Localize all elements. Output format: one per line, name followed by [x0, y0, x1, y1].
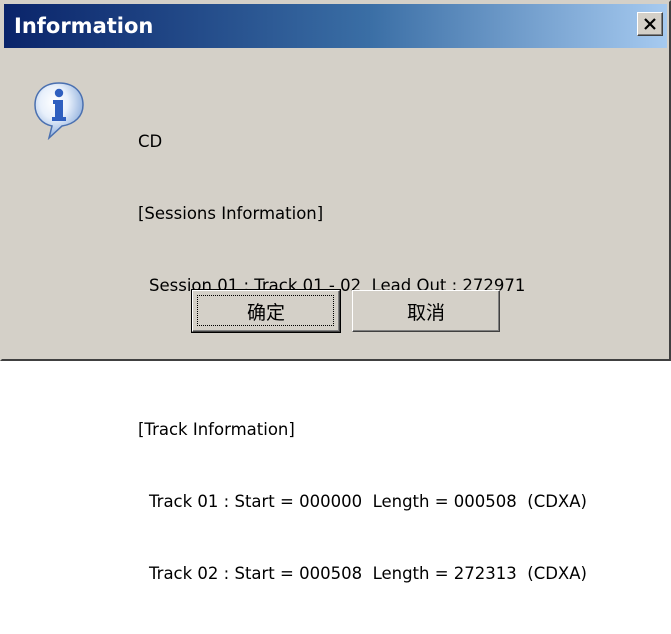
close-button[interactable] [637, 12, 663, 36]
cancel-button-label: 取消 [406, 301, 445, 324]
message-line-media: CD [138, 132, 163, 151]
cancel-button[interactable]: 取消 [352, 290, 500, 332]
message-line-blank [138, 346, 658, 370]
ok-button-label: 确定 [246, 301, 285, 324]
information-dialog: Information CD [Sessions Information] Se… [0, 0, 671, 583]
close-icon [644, 18, 656, 30]
info-icon [34, 82, 84, 140]
message-line-sessions-heading: [Sessions Information] [138, 204, 324, 223]
window-title: Information [14, 14, 154, 38]
message-line-tracks-heading: [Track Information] [138, 420, 295, 439]
message-text: CD [Sessions Information] Session 01 : T… [138, 82, 658, 634]
title-bar[interactable]: Information [4, 4, 667, 48]
message-line-track-02: Track 02 : Start = 000508 Length = 27231… [149, 564, 587, 583]
message-line-track-01: Track 01 : Start = 000000 Length = 00050… [149, 492, 587, 511]
ok-button[interactable]: 确定 [191, 289, 341, 333]
